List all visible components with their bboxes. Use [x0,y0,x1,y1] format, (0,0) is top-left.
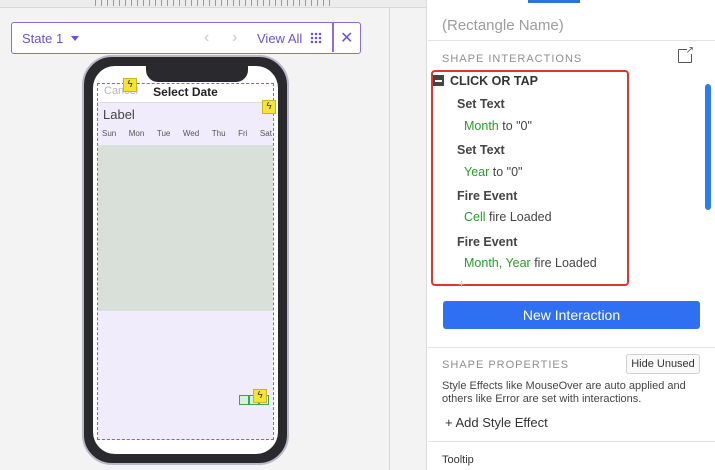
shape-interactions-heading: SHAPE INTERACTIONS [442,53,583,65]
weekday-header: Sun Mon Tue Wed Thu Fri Sat [102,129,272,138]
ruler-ticks [95,0,335,6]
action-detail[interactable]: Year to "0" [464,165,522,179]
action-value: to "0" [489,165,523,179]
action-target: Year [464,165,490,179]
shape-name-field[interactable]: (Rectangle Name) [442,17,564,34]
caret-down-icon [71,36,80,41]
section-divider [428,40,715,41]
chevron-right-icon[interactable]: › [232,29,237,47]
plus-icon: + [445,415,453,430]
action-detail[interactable]: Month to "0" [464,119,532,133]
scrollbar-thumb[interactable] [705,84,711,210]
action-title[interactable]: Fire Event [457,189,517,203]
hide-unused-button[interactable]: Hide Unused [626,354,700,374]
page-title: Select Date [153,85,218,99]
new-interaction-button[interactable]: New Interaction [443,301,700,329]
interaction-group[interactable]: CLICK OR TAP Set Text Month to "0" Set T… [431,70,629,291]
action-value: to "0" [498,119,532,133]
calendar-grid[interactable] [98,145,273,311]
action-target: Month, Year [464,256,531,270]
add-style-effect-label: Add Style Effect [455,415,548,430]
guide-line [389,8,390,470]
close-icon[interactable]: ✕ [340,28,353,48]
widget-cluster[interactable]: ϟ [239,389,275,409]
weekday-fri: Fri [238,129,248,138]
weekday-sun: Sun [102,129,117,138]
weekday-tue: Tue [156,129,171,138]
action-detail[interactable]: Cell fire Loaded [464,210,552,224]
properties-panel: (Rectangle Name) SHAPE INTERACTIONS ↗ CL… [428,0,715,470]
lightning-icon[interactable]: ϟ [262,100,276,114]
style-effects-help: Style Effects like MouseOver are auto ap… [442,380,686,405]
calendar-label: Label [103,107,135,122]
action-target: Cell [464,210,486,224]
action-title[interactable]: Fire Event [457,235,517,249]
toolbar-divider [332,23,334,52]
section-divider [428,441,715,442]
action-title[interactable]: Set Text [457,97,505,111]
action-value: fire Loaded [530,256,597,270]
section-divider [428,347,715,348]
design-canvas[interactable]: State 1 ‹ › View All ✕ Cancel Select Dat… [0,0,427,470]
phone-notch [146,66,248,82]
lightning-icon[interactable]: ϟ [123,78,137,92]
popout-icon[interactable]: ↗ [678,46,694,63]
state-toolbar: State 1 ‹ › View All ✕ [11,22,361,54]
grid-icon[interactable] [310,32,322,44]
collapse-icon[interactable] [433,75,444,86]
phone-frame: Cancel Select Date ϟ ϟ Label Sun Mon Tue… [82,55,289,465]
state-dropdown-label: State 1 [22,30,64,46]
state-dropdown[interactable]: State 1 [12,30,80,46]
action-value: fire Loaded [485,210,552,224]
phone-screen: Cancel Select Date ϟ ϟ Label Sun Mon Tue… [93,66,278,454]
tooltip-label: Tooltip [442,454,474,466]
weekday-wed: Wed [182,129,200,138]
top-ruler [0,0,426,8]
chevron-left-icon[interactable]: ‹ [204,29,209,47]
grid-cell-icon [239,395,249,405]
event-title[interactable]: CLICK OR TAP [450,74,538,88]
weekday-thu: Thu [211,129,226,138]
action-target: Month [464,119,499,133]
add-style-effect-link[interactable]: + Add Style Effect [445,415,548,430]
lightning-icon[interactable]: ϟ [253,389,267,403]
action-title[interactable]: Set Text [457,143,505,157]
add-action-icon[interactable]: + [458,277,465,291]
weekday-sat: Sat [259,129,272,138]
shape-properties-heading: SHAPE PROPERTIES [442,359,570,371]
weekday-mon: Mon [128,129,145,138]
view-all-button[interactable]: View All [257,31,302,46]
action-detail[interactable]: Month, Year fire Loaded [464,256,597,270]
calendar-panel[interactable]: Label Sun Mon Tue Wed Thu Fri Sat [98,103,273,440]
active-tab-indicator [528,0,580,3]
